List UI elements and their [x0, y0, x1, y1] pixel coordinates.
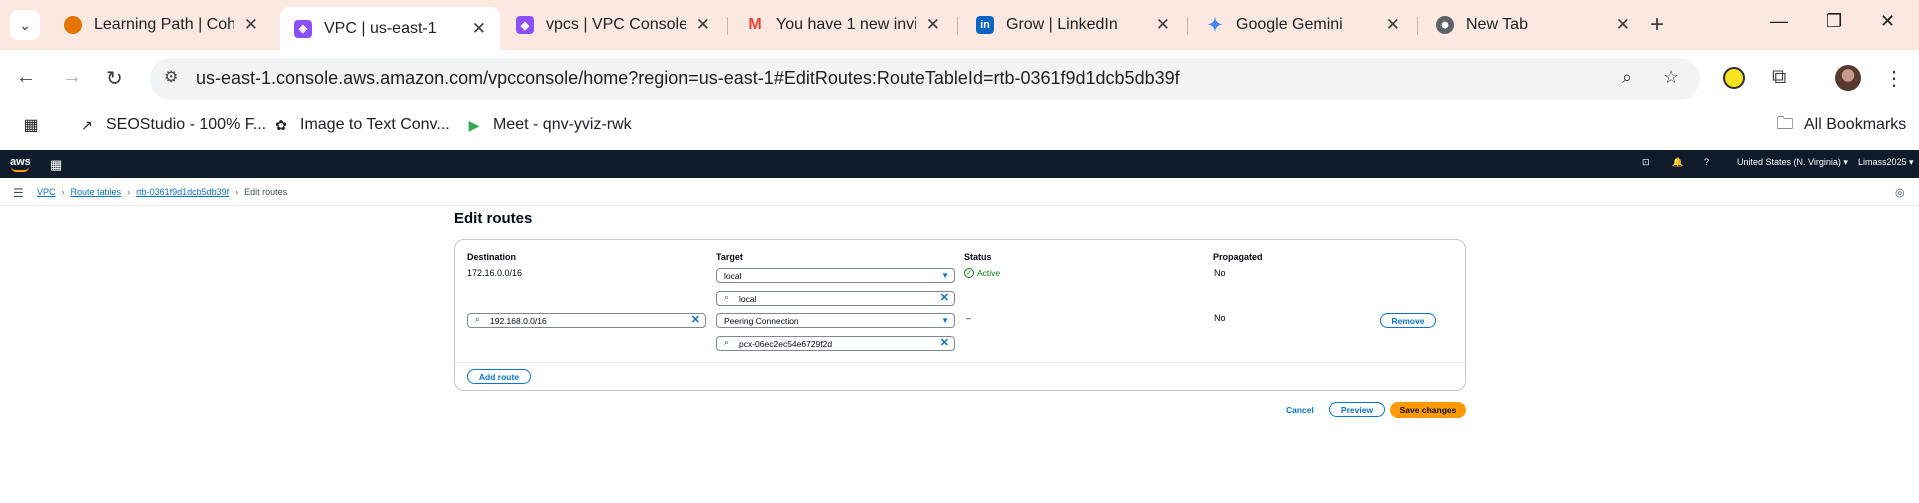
page-title: Edit routes [454, 210, 533, 227]
column-header-propagated: Propagated [1213, 252, 1263, 262]
close-icon[interactable]: ✕ [472, 19, 486, 39]
tab-gemini[interactable]: ✦ Google Gemini ✕ [1192, 7, 1414, 43]
help-icon[interactable]: ? [1704, 157, 1709, 167]
route-1-propagated: No [1214, 268, 1226, 278]
tab-vpcs-console[interactable]: ◈ vpcs | VPC Console ✕ [502, 7, 724, 43]
window-close-icon[interactable]: ✕ [1880, 11, 1895, 32]
seostudio-icon: ↗ [81, 116, 93, 133]
zoom-icon[interactable]: ⌕ [1622, 67, 1632, 88]
search-icon: ⌕ [475, 314, 481, 324]
new-tab-plus-icon[interactable]: + [1650, 11, 1664, 39]
account-menu[interactable]: Limass2025 ▾ [1858, 157, 1914, 168]
all-bookmarks[interactable]: 🗀 All Bookmarks [1776, 113, 1907, 134]
notifications-bell-icon[interactable]: 🔔 [1672, 157, 1683, 168]
check-circle-icon: ✓ [964, 268, 974, 278]
vpc-icon: ◈ [294, 19, 312, 38]
meet-icon: ▶ [468, 116, 480, 133]
route-1-target-type-select[interactable]: local ▼ [716, 268, 955, 283]
close-icon[interactable]: ✕ [1616, 15, 1630, 35]
aws-logo[interactable]: aws [10, 156, 31, 172]
save-changes-button[interactable]: Save changes [1390, 402, 1466, 418]
cancel-button[interactable]: Cancel [1286, 405, 1314, 415]
column-header-target: Target [716, 252, 743, 262]
bookmark-star-icon[interactable]: ☆ [1663, 67, 1679, 88]
bookmark-meet[interactable]: ▶ Meet - qnv-yviz-rwk [465, 116, 632, 134]
route-1-target-value-input[interactable]: ⌕ local ✕ [716, 291, 955, 306]
clear-icon[interactable]: ✕ [940, 336, 949, 349]
tab-vpc-us-east-1[interactable]: ◈ VPC | us-east-1 ✕ [280, 7, 500, 50]
remove-route-button[interactable]: Remove [1380, 313, 1436, 328]
tab-search-chevron-icon[interactable]: ⌄ [10, 10, 40, 40]
clear-icon[interactable]: ✕ [940, 291, 949, 304]
column-header-status: Status [964, 252, 992, 262]
preview-button[interactable]: Preview [1329, 402, 1385, 417]
coho-icon [64, 16, 82, 34]
forward-arrow-icon[interactable]: → [62, 66, 82, 89]
close-icon[interactable]: ✕ [696, 15, 710, 35]
address-bar-url[interactable]: us-east-1.console.aws.amazon.com/vpccons… [196, 68, 1180, 89]
breadcrumb-vpc[interactable]: VPC [37, 187, 56, 197]
tab-new-tab[interactable]: New Tab ✕ [1422, 7, 1644, 43]
folder-icon: 🗀 [1776, 113, 1794, 133]
bookmark-seostudio[interactable]: ↗ SEOStudio - 100% F... [78, 116, 266, 134]
settings-circle-icon[interactable]: ◎ [1895, 186, 1905, 199]
linkedin-icon: in [976, 16, 994, 34]
caret-down-icon: ▼ [941, 271, 949, 280]
aws-global-nav [0, 150, 1919, 178]
tab-separator [1187, 17, 1188, 35]
chevron-right-icon: › [235, 187, 239, 197]
route-2-propagated: No [1214, 313, 1226, 323]
site-info-icon[interactable]: ⚙ [164, 67, 178, 87]
close-icon[interactable]: ✕ [244, 15, 258, 35]
panel-divider [455, 362, 1465, 363]
clear-icon[interactable]: ✕ [691, 313, 700, 326]
close-icon[interactable]: ✕ [1386, 15, 1400, 35]
search-icon: ⌕ [724, 337, 730, 347]
bookmark-image-to-text[interactable]: ✿ Image to Text Conv... [272, 116, 450, 134]
add-route-button[interactable]: Add route [467, 369, 531, 384]
apps-grid-icon[interactable]: ▦ [22, 116, 50, 134]
extensions-puzzle-icon[interactable]: ⧉ [1772, 66, 1786, 89]
restore-icon[interactable]: ❐ [1826, 11, 1842, 32]
vpc-icon: ◈ [516, 16, 534, 34]
tab-learning-path[interactable]: Learning Path | Coho ✕ [50, 7, 272, 43]
services-grid-icon[interactable]: ▦ [50, 157, 62, 173]
gmail-icon: M [748, 16, 762, 33]
profile-avatar[interactable] [1835, 65, 1861, 91]
close-icon[interactable]: ✕ [926, 15, 940, 35]
back-arrow-icon[interactable]: ← [16, 66, 36, 89]
chevron-right-icon: › [61, 187, 65, 197]
breadcrumb-current: Edit routes [244, 187, 288, 197]
tab-separator [1417, 17, 1418, 35]
tab-separator [727, 17, 728, 35]
browser-menu-icon[interactable]: ⋮ [1884, 66, 1904, 91]
gemini-icon: ✦ [1207, 14, 1223, 35]
route-2-status: – [966, 313, 972, 323]
breadcrumb-bar [0, 178, 1919, 206]
breadcrumb-route-table-id[interactable]: rtb-0361f9d1dcb5db39f [136, 187, 229, 197]
chevron-right-icon: › [127, 187, 131, 197]
image-text-icon: ✿ [275, 116, 287, 133]
cloudshell-icon[interactable]: ⊡ [1642, 157, 1650, 168]
caret-down-icon: ▼ [941, 316, 949, 325]
breadcrumb: VPC › Route tables › rtb-0361f9d1dcb5db3… [37, 187, 287, 197]
column-header-destination: Destination [467, 252, 517, 262]
route-1-destination: 172.16.0.0/16 [467, 268, 523, 278]
route-2-target-type-select[interactable]: Peering Connection ▼ [716, 313, 955, 328]
breadcrumb-route-tables[interactable]: Route tables [71, 187, 122, 197]
chrome-icon [1436, 16, 1454, 34]
route-2-target-value-input[interactable]: ⌕ pcx-06ec2ec54e6729f2d ✕ [716, 336, 955, 351]
tab-separator [957, 17, 958, 35]
search-icon: ⌕ [724, 292, 730, 302]
reload-icon[interactable]: ↻ [106, 66, 123, 91]
route-2-destination-input[interactable]: ⌕ 192.168.0.0/16 ✕ [467, 313, 706, 328]
route-1-status: ✓ Active [964, 268, 1000, 278]
menu-hamburger-icon[interactable]: ☰ [13, 186, 24, 200]
region-selector[interactable]: United States (N. Virginia) ▾ [1737, 157, 1848, 168]
extension-icon[interactable] [1723, 67, 1745, 89]
tab-gmail[interactable]: M You have 1 new invit ✕ [732, 7, 954, 43]
minimize-icon[interactable]: — [1770, 11, 1788, 32]
tab-linkedin[interactable]: in Grow | LinkedIn ✕ [962, 7, 1184, 43]
close-icon[interactable]: ✕ [1156, 15, 1170, 35]
